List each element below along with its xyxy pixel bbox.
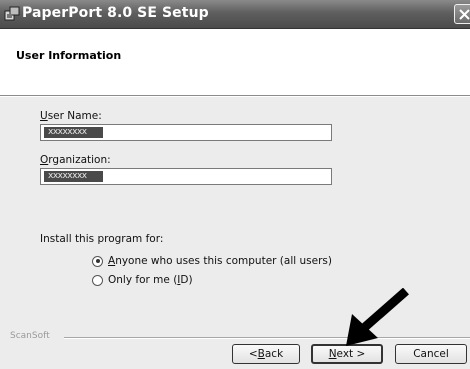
organization-input[interactable]: xxxxxxxx: [40, 168, 332, 185]
radio-all-users-label: Anyone who uses this computer (all users…: [108, 255, 332, 267]
radio-all-users[interactable]: Anyone who uses this computer (all users…: [92, 255, 332, 267]
user-name-input[interactable]: xxxxxxxx: [40, 124, 332, 141]
installer-icon: [4, 6, 20, 22]
user-name-label: User Name:: [40, 110, 102, 122]
header-panel: User Information: [0, 29, 470, 95]
organization-label: Organization:: [40, 154, 111, 166]
radio-button-selected[interactable]: [92, 255, 103, 267]
title-bar[interactable]: PaperPort 8.0 SE Setup: [0, 0, 470, 29]
close-icon: [459, 9, 470, 20]
pointer-arrow-icon: [346, 288, 409, 346]
radio-button[interactable]: [92, 274, 103, 286]
page-title: User Information: [16, 49, 122, 62]
brand-label: ScanSoft: [10, 331, 50, 341]
window-title: PaperPort 8.0 SE Setup: [22, 5, 209, 21]
install-for-label: Install this program for:: [40, 233, 164, 245]
back-button[interactable]: < Back: [232, 344, 300, 364]
close-button[interactable]: [454, 4, 470, 24]
user-name-value: xxxxxxxx: [44, 127, 103, 138]
radio-only-me-label: Only for me (ID): [108, 274, 193, 286]
radio-only-me[interactable]: Only for me (ID): [92, 274, 193, 286]
organization-value: xxxxxxxx: [44, 171, 103, 182]
